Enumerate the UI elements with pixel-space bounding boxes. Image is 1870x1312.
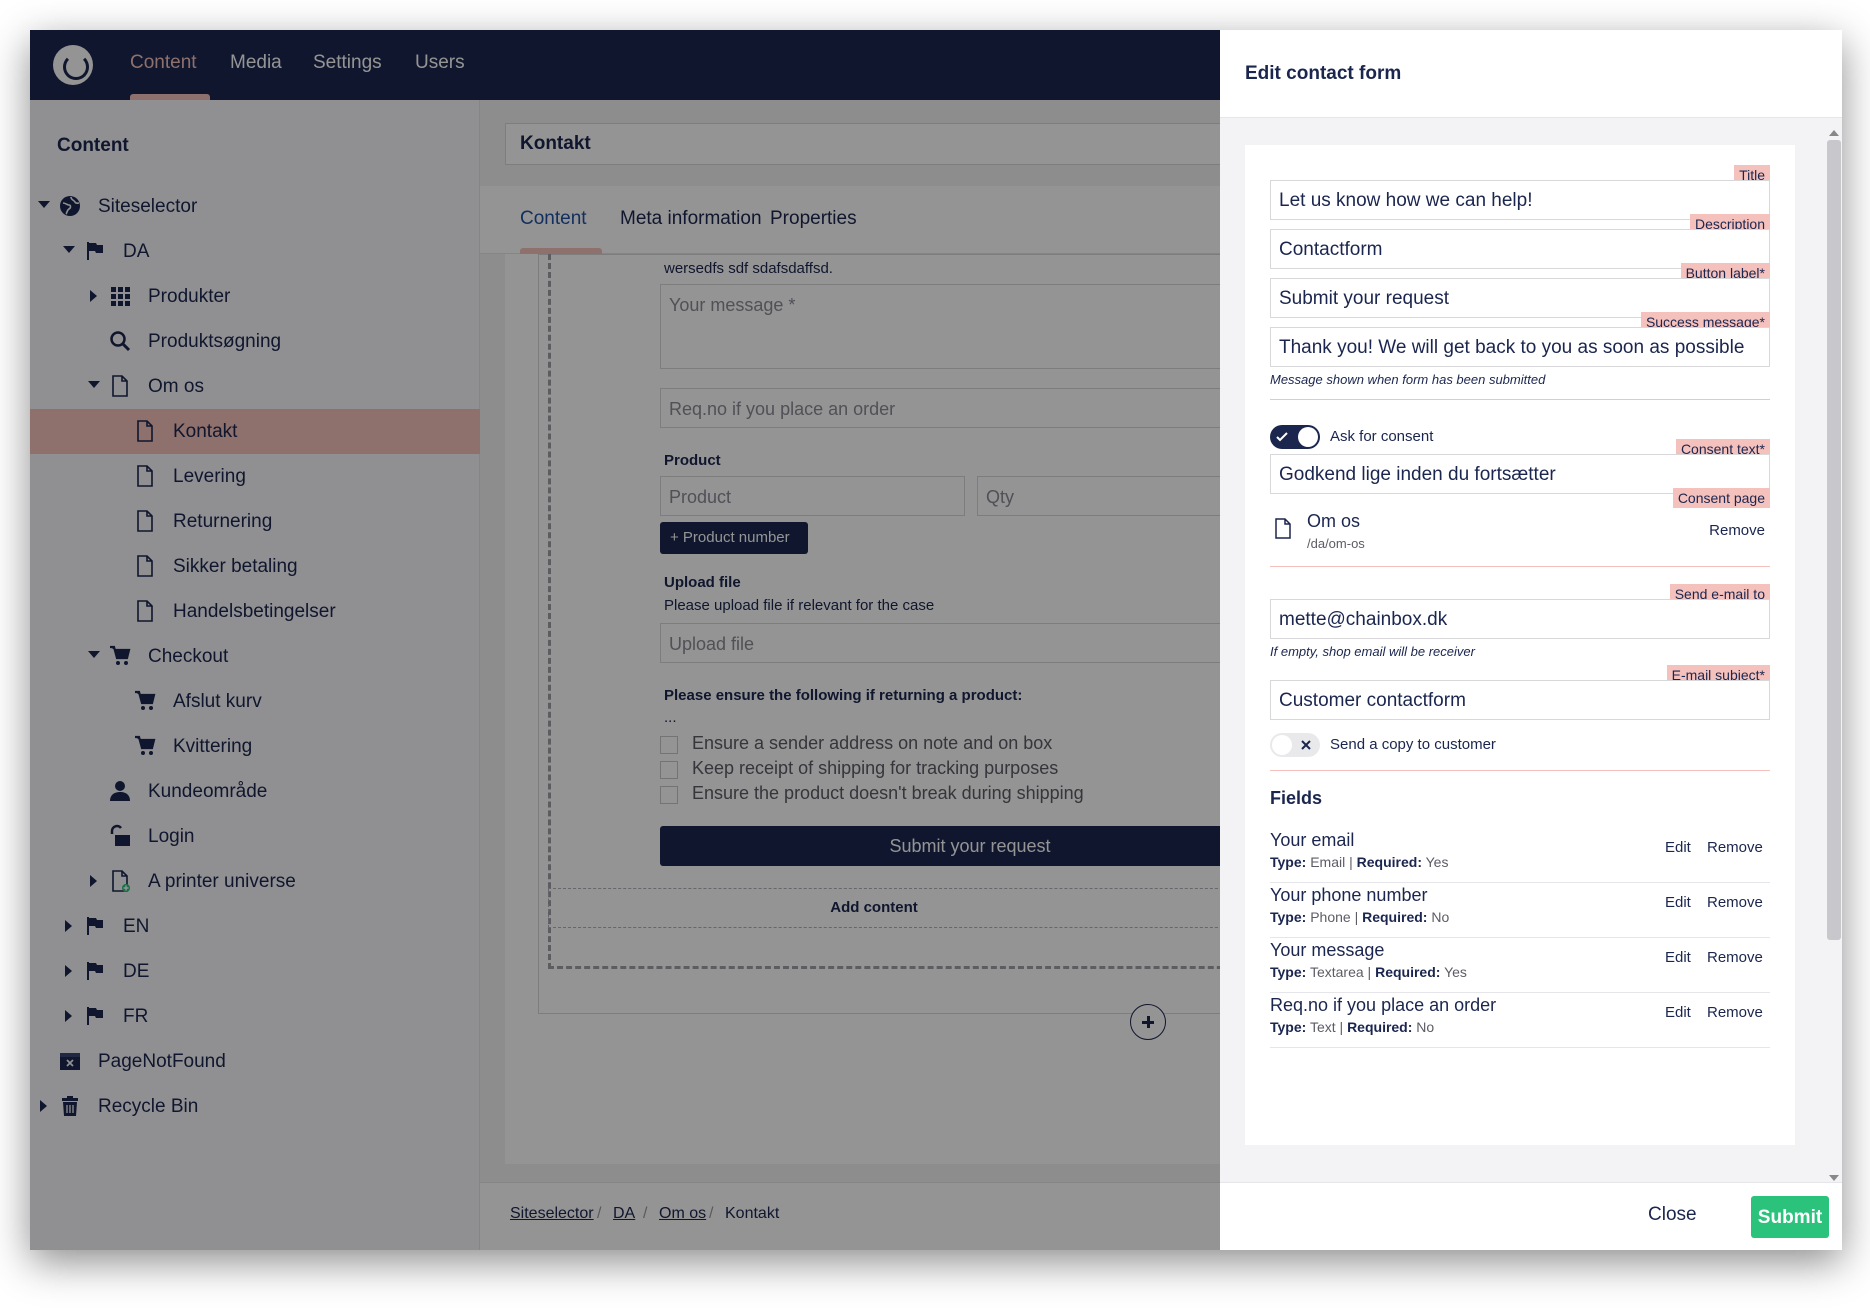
field-separator (1270, 992, 1770, 993)
field-type: Textarea (1309, 964, 1364, 980)
field-edit-button[interactable]: Edit (1665, 949, 1691, 966)
consent-page-remove-button[interactable]: Remove (1709, 522, 1765, 539)
consent-page-field-tag: Consent page (1672, 488, 1770, 508)
panel-footer: Close Submit (1220, 1182, 1842, 1250)
type-label: Type: (1270, 854, 1307, 870)
field-remove-button[interactable]: Remove (1707, 1004, 1763, 1021)
send-copy-toggle[interactable] (1270, 733, 1320, 757)
success-message-input[interactable]: Thank you! We will get back to you as so… (1270, 327, 1770, 367)
field-type: Email (1310, 854, 1346, 870)
field-remove-button[interactable]: Remove (1707, 949, 1763, 966)
type-label: Type: (1270, 909, 1307, 925)
required-label: Required: (1375, 964, 1441, 980)
description-value: Contactform (1279, 239, 1383, 260)
email-subject-value: Customer contactform (1279, 690, 1466, 711)
field-edit-button[interactable]: Edit (1665, 894, 1691, 911)
email-subject-input[interactable]: Customer contactform (1270, 680, 1770, 720)
app-window: Content Media Settings Users Content Sit… (30, 30, 1842, 1250)
field-meta: Type: Phone | Required: No (1270, 909, 1450, 925)
field-edit-button[interactable]: Edit (1665, 1004, 1691, 1021)
panel-title: Edit contact form (1245, 63, 1402, 84)
consent-text-value: Godkend lige inden du fortsætter (1279, 464, 1556, 485)
scroll-down-arrow-icon[interactable] (1829, 1175, 1839, 1181)
title-value: Let us know how we can help! (1279, 190, 1533, 211)
field-separator (1270, 1047, 1770, 1048)
ask-for-consent-toggle[interactable] (1270, 425, 1320, 449)
check-icon (1276, 432, 1288, 442)
submit-label: Submit (1757, 1207, 1823, 1228)
panel-form-card: Title Let us know how we can help! Descr… (1245, 145, 1795, 1145)
panel-header: Edit contact form (1220, 30, 1842, 118)
button-label-value: Submit your request (1279, 288, 1450, 309)
field-type: Phone (1310, 909, 1351, 925)
field-required: Yes (1425, 854, 1449, 870)
consent-page-name[interactable]: Om os (1307, 511, 1360, 532)
field-name: Your email (1270, 830, 1355, 850)
consent-page-url: /da/om-os (1307, 536, 1365, 551)
field-remove-button[interactable]: Remove (1707, 894, 1763, 911)
fields-title: Fields (1270, 788, 1323, 808)
x-icon (1301, 740, 1311, 750)
send-copy-label: Send a copy to customer (1330, 736, 1496, 753)
field-meta: Type: Email | Required: Yes (1270, 854, 1449, 870)
field-name: Req.no if you place an order (1270, 995, 1497, 1015)
close-button[interactable]: Close (1648, 1204, 1697, 1226)
success-message-help: Message shown when form has been submitt… (1270, 372, 1546, 387)
field-separator (1270, 882, 1770, 883)
field-meta: Type: Text | Required: No (1270, 1019, 1435, 1035)
edit-contact-form-panel: Edit contact form Title Let us know how … (1220, 30, 1842, 1250)
scroll-up-arrow-icon[interactable] (1829, 130, 1839, 136)
ask-for-consent-label: Ask for consent (1330, 428, 1434, 445)
send-email-help: If empty, shop email will be receiver (1270, 644, 1475, 659)
send-email-value: mette@chainbox.dk (1279, 609, 1448, 630)
field-separator (1270, 937, 1770, 938)
field-name: Your message (1270, 940, 1385, 960)
required-label: Required: (1356, 854, 1422, 870)
divider (1270, 566, 1770, 567)
send-email-input[interactable]: mette@chainbox.dk (1270, 599, 1770, 639)
divider (1270, 770, 1770, 771)
toggle-knob (1298, 427, 1318, 447)
field-required: No (1416, 1019, 1435, 1035)
required-label: Required: (1362, 909, 1428, 925)
field-required: No (1431, 909, 1450, 925)
document-icon (1275, 518, 1291, 539)
field-required: Yes (1444, 964, 1467, 980)
type-label: Type: (1270, 1019, 1307, 1035)
type-label: Type: (1270, 964, 1307, 980)
submit-button[interactable]: Submit (1751, 1196, 1829, 1238)
required-label: Required: (1347, 1019, 1413, 1035)
field-remove-button[interactable]: Remove (1707, 839, 1763, 856)
field-type: Text (1309, 1019, 1336, 1035)
success-message-value: Thank you! We will get back to you as so… (1279, 337, 1745, 358)
field-meta: Type: Textarea | Required: Yes (1270, 964, 1467, 980)
panel-scrollbar-thumb[interactable] (1827, 140, 1841, 940)
divider (1270, 399, 1770, 400)
modal-overlay[interactable] (30, 30, 1220, 1250)
field-name: Your phone number (1270, 885, 1428, 905)
toggle-knob (1272, 735, 1292, 755)
field-edit-button[interactable]: Edit (1665, 839, 1691, 856)
